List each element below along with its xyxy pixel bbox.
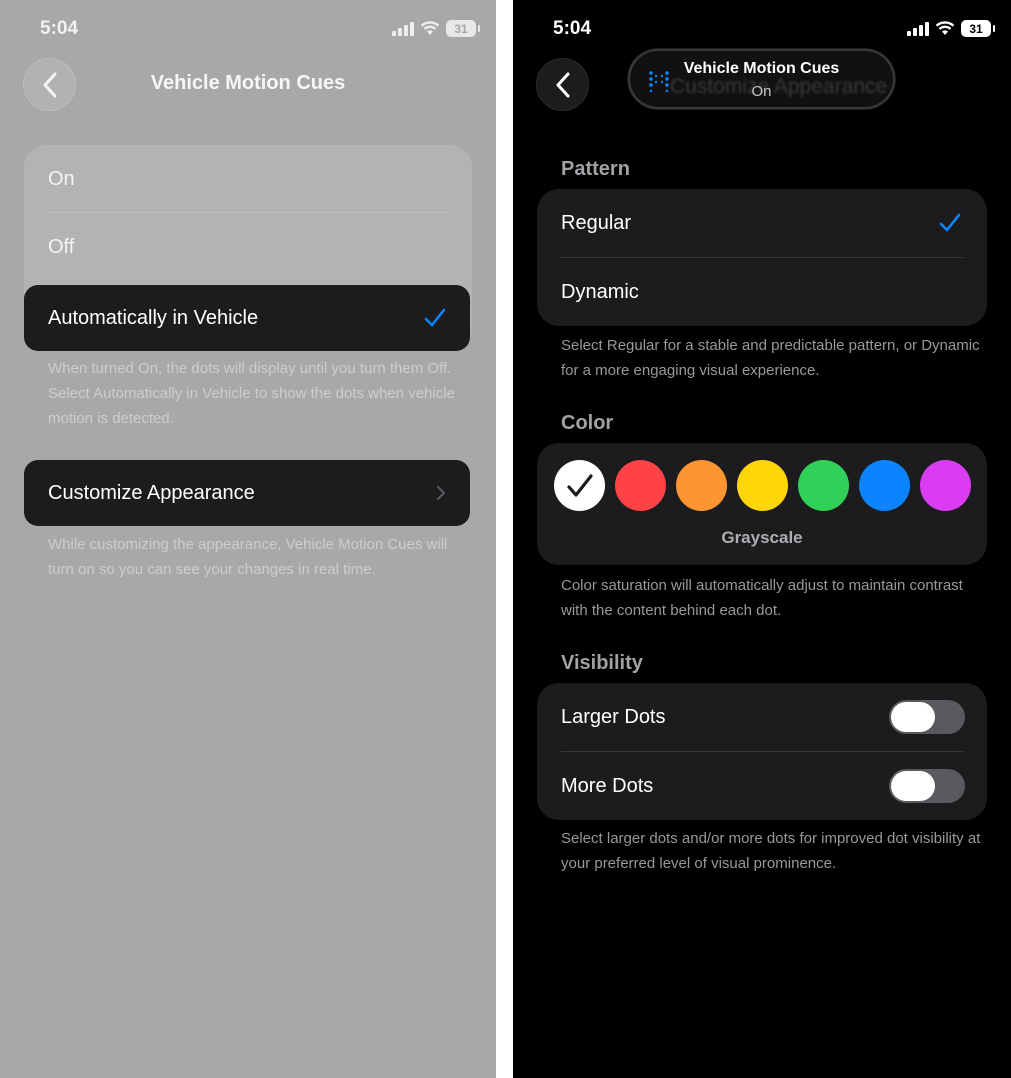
- swatch-green[interactable]: [798, 460, 849, 511]
- option-label: Automatically in Vehicle: [48, 306, 259, 329]
- color-footnote: Color saturation will automatically adju…: [561, 577, 963, 619]
- color-card: Grayscale: [537, 443, 987, 565]
- option-label: Regular: [561, 211, 632, 234]
- swatch-blue[interactable]: [859, 460, 910, 511]
- pattern-option-regular[interactable]: Regular: [537, 189, 987, 257]
- chevron-right-icon: [437, 486, 445, 500]
- option-on[interactable]: On: [24, 145, 472, 213]
- option-label: On: [48, 167, 75, 190]
- swatch-red[interactable]: [615, 460, 666, 511]
- checkmark-icon: [939, 213, 961, 232]
- customize-label: Customize Appearance: [48, 481, 255, 504]
- page-title: Vehicle Motion Cues: [150, 72, 346, 94]
- swatch-yellow[interactable]: [737, 460, 788, 511]
- more-dots-toggle[interactable]: [889, 769, 965, 803]
- visibility-card: Larger Dots More Dots: [537, 683, 987, 820]
- pattern-option-dynamic[interactable]: Dynamic: [537, 258, 987, 326]
- swatch-purple[interactable]: [920, 460, 971, 511]
- toggle-knob: [891, 702, 935, 732]
- checkmark-icon: [566, 473, 593, 497]
- status-icons: 31: [392, 20, 480, 37]
- more-dots-row: More Dots: [537, 752, 987, 820]
- section-header-visibility: Visibility: [561, 652, 643, 674]
- wifi-icon: [935, 21, 955, 35]
- swatch-orange[interactable]: [676, 460, 727, 511]
- battery-icon: 31: [961, 20, 995, 37]
- cellular-signal-icon: [907, 21, 929, 36]
- pattern-card: Regular Dynamic: [537, 189, 987, 326]
- battery-icon: 31: [446, 20, 480, 37]
- option-off[interactable]: Off: [24, 213, 472, 281]
- screenshot-divider: [496, 0, 513, 1078]
- cellular-signal-icon: [392, 21, 414, 36]
- right-screen: 5:04 31 Customize Appearance Vehicle Mot…: [513, 0, 1011, 1078]
- color-swatches: [554, 460, 971, 511]
- banner-title: Vehicle Motion Cues: [683, 60, 840, 77]
- customize-footnote: While customizing the appearance, Vehicl…: [48, 536, 448, 578]
- larger-dots-row: Larger Dots: [537, 683, 987, 751]
- wifi-icon: [420, 21, 440, 35]
- checkmark-icon: [424, 308, 446, 327]
- section-header-pattern: Pattern: [561, 158, 630, 180]
- visibility-footnote: Select larger dots and/or more dots for …: [561, 830, 981, 872]
- status-time: 5:04: [40, 18, 79, 39]
- customize-appearance-button[interactable]: Customize Appearance: [24, 460, 470, 526]
- toggle-label: More Dots: [561, 774, 654, 797]
- option-label: Dynamic: [561, 280, 639, 303]
- motion-cues-status-banner[interactable]: Customize Appearance Vehicle Motion Cues…: [628, 49, 895, 109]
- banner-subtitle: On: [751, 83, 772, 100]
- mode-footnote: When turned On, the dots will display un…: [48, 360, 455, 427]
- section-header-color: Color: [561, 412, 614, 434]
- selected-color-label: Grayscale: [721, 528, 803, 547]
- pattern-footnote: Select Regular for a stable and predicta…: [561, 337, 980, 379]
- chevron-left-icon: [556, 72, 569, 97]
- status-icons: 31: [907, 20, 995, 37]
- option-automatically-in-vehicle[interactable]: Automatically in Vehicle: [24, 285, 470, 351]
- option-label: Off: [48, 235, 75, 258]
- swatch-grayscale[interactable]: [554, 460, 605, 511]
- left-screen: 5:04 31 Vehicle Motion Cues On Off Autom…: [0, 0, 496, 1078]
- larger-dots-toggle[interactable]: [889, 700, 965, 734]
- back-button[interactable]: [536, 58, 589, 111]
- status-time: 5:04: [553, 18, 592, 39]
- toggle-label: Larger Dots: [561, 705, 666, 728]
- toggle-knob: [891, 771, 935, 801]
